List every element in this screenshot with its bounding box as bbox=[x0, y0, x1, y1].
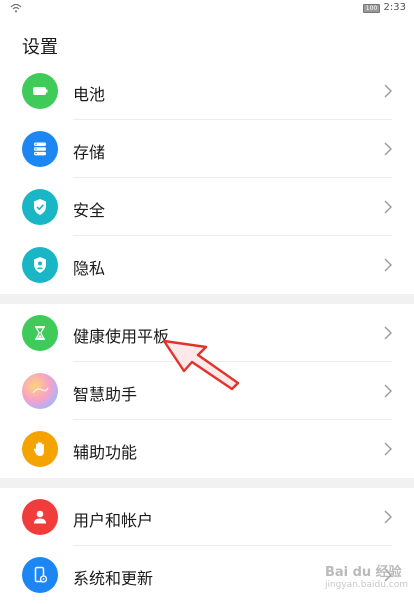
status-bar: 100 2:33 bbox=[0, 0, 414, 18]
settings-item-digital-balance[interactable]: 健康使用平板 bbox=[0, 304, 414, 362]
privacy-shield-icon bbox=[22, 247, 58, 283]
hourglass-icon bbox=[22, 315, 58, 351]
chevron-right-icon bbox=[384, 384, 392, 398]
settings-item-label: 隐私 bbox=[73, 259, 106, 278]
user-icon bbox=[22, 499, 58, 535]
settings-item-security[interactable]: 安全 bbox=[0, 178, 414, 236]
storage-icon bbox=[22, 131, 58, 167]
settings-item-label: 智慧助手 bbox=[73, 385, 138, 404]
chevron-right-icon bbox=[384, 442, 392, 456]
watermark-url: jingyan.baidu.com bbox=[324, 580, 408, 590]
page-title: 设置 bbox=[22, 37, 58, 58]
chevron-right-icon bbox=[384, 510, 392, 524]
group-separator bbox=[0, 478, 414, 488]
shield-check-icon bbox=[22, 189, 58, 225]
settings-item-label: 电池 bbox=[73, 85, 106, 104]
hand-icon bbox=[22, 431, 58, 467]
system-update-icon bbox=[22, 557, 58, 593]
battery-icon bbox=[22, 73, 58, 109]
settings-item-battery[interactable]: 电池 bbox=[0, 62, 414, 120]
wifi-icon bbox=[10, 3, 22, 13]
chevron-right-icon bbox=[384, 258, 392, 272]
chevron-right-icon bbox=[384, 84, 392, 98]
settings-item-users-accounts[interactable]: 用户和帐户 bbox=[0, 488, 414, 546]
settings-item-privacy[interactable]: 隐私 bbox=[0, 236, 414, 294]
group-separator bbox=[0, 294, 414, 304]
settings-item-label: 系统和更新 bbox=[73, 569, 154, 588]
watermark: Bai du 经验 jingyan.baidu.com bbox=[325, 561, 408, 590]
settings-item-label: 用户和帐户 bbox=[73, 511, 154, 530]
settings-group-2: 健康使用平板 智慧助手 辅助功能 bbox=[0, 304, 414, 478]
battery-indicator: 100 bbox=[363, 4, 380, 13]
settings-item-label: 健康使用平板 bbox=[73, 327, 170, 346]
assistant-icon bbox=[22, 373, 58, 409]
chevron-right-icon bbox=[384, 326, 392, 340]
chevron-right-icon bbox=[384, 142, 392, 156]
settings-item-label: 安全 bbox=[73, 201, 106, 220]
settings-item-accessibility[interactable]: 辅助功能 bbox=[0, 420, 414, 478]
status-time: 2:33 bbox=[383, 2, 406, 13]
settings-item-label: 辅助功能 bbox=[73, 443, 138, 462]
settings-item-label: 存储 bbox=[73, 143, 106, 162]
settings-item-storage[interactable]: 存储 bbox=[0, 120, 414, 178]
settings-group-1: 电池 存储 安全 隐私 bbox=[0, 62, 414, 294]
settings-item-smart-assistant[interactable]: 智慧助手 bbox=[0, 362, 414, 420]
chevron-right-icon bbox=[384, 200, 392, 214]
watermark-brand: Bai du 经验 bbox=[324, 565, 402, 580]
